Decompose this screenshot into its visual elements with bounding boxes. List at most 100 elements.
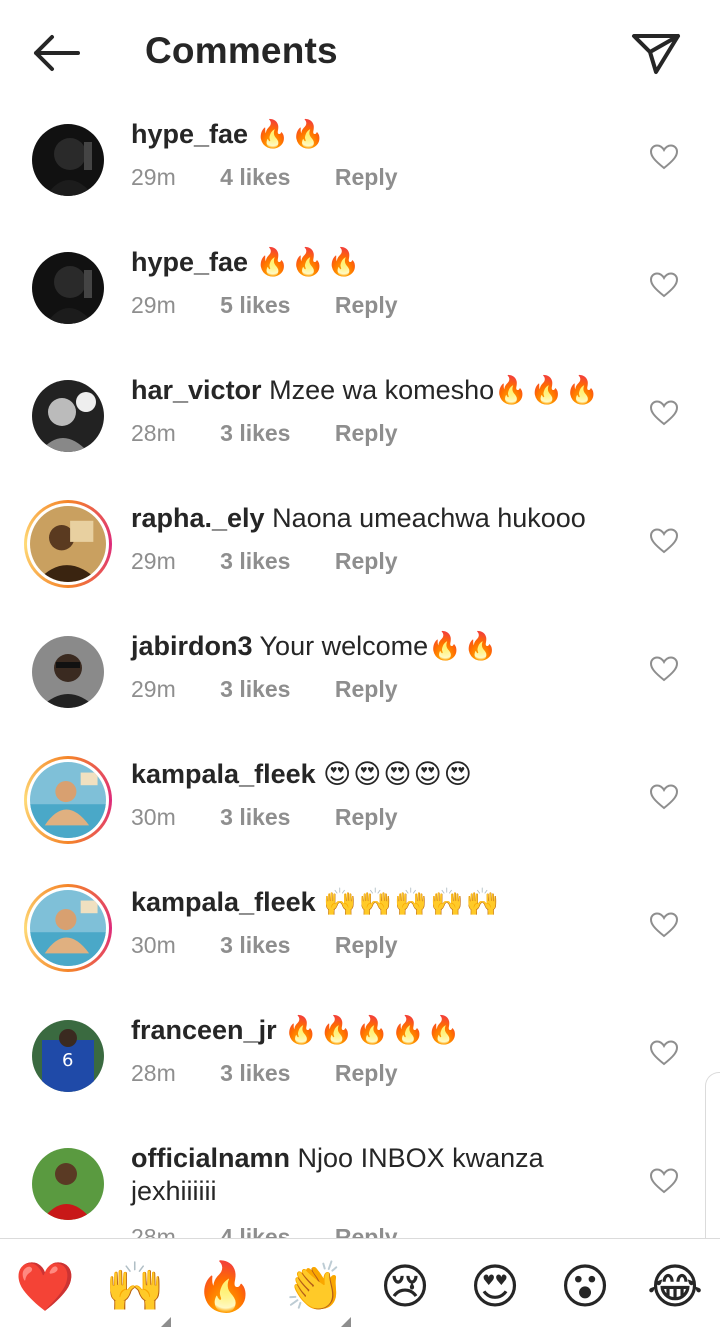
reply-button[interactable]: Reply bbox=[335, 932, 398, 958]
username[interactable]: har_victor bbox=[131, 375, 262, 405]
heart-icon[interactable] bbox=[649, 912, 679, 938]
emoji-red-heart-button[interactable]: ❤️ bbox=[13, 1255, 77, 1319]
comment-meta: 29m 3 likes Reply bbox=[131, 676, 436, 703]
comment-row[interactable]: rapha._ely Naona umeachwa hukooo 29m 3 l… bbox=[0, 498, 720, 626]
reply-button[interactable]: Reply bbox=[335, 164, 398, 190]
comment-text: officialnamn Njoo INBOX kwanza jexhiiiii… bbox=[131, 1142, 611, 1208]
reply-button[interactable]: Reply bbox=[335, 676, 398, 702]
comment-text: kampala_fleek 🙌🙌🙌🙌🙌 bbox=[131, 886, 611, 919]
comment-meta: 28m 4 likes Reply bbox=[131, 1224, 436, 1238]
variant-indicator bbox=[341, 1317, 351, 1327]
like-count[interactable]: 3 likes bbox=[220, 548, 290, 574]
reply-button[interactable]: Reply bbox=[335, 292, 398, 318]
comment-meta: 28m 3 likes Reply bbox=[131, 420, 436, 447]
comment-row[interactable]: kampala_fleek 🙌🙌🙌🙌🙌 30m 3 likes Reply bbox=[0, 882, 720, 1010]
like-count[interactable]: 3 likes bbox=[220, 420, 290, 446]
emoji-clapping-hands-button[interactable]: 👏 bbox=[283, 1255, 351, 1327]
username[interactable]: officialnamn bbox=[131, 1143, 290, 1173]
emoji-reaction-bar: ❤️ 🙌 🔥 👏 😢 😍 😮 😂 bbox=[0, 1238, 720, 1334]
comment-row[interactable]: 6 franceen_jr 🔥🔥🔥🔥🔥 28m 3 likes Reply bbox=[0, 1010, 720, 1138]
story-ring[interactable] bbox=[24, 884, 112, 972]
variant-indicator bbox=[161, 1317, 171, 1327]
emoji-crying-face-button[interactable]: 😢 bbox=[373, 1255, 437, 1319]
avatar[interactable] bbox=[32, 636, 104, 708]
comment-emoji: 🔥🔥🔥 bbox=[494, 375, 602, 406]
comment-emoji: 🔥🔥 bbox=[428, 631, 500, 662]
like-count[interactable]: 3 likes bbox=[220, 1060, 290, 1086]
comment-text: jabirdon3 Your welcome🔥🔥 bbox=[131, 630, 611, 663]
paper-plane-icon[interactable] bbox=[630, 30, 682, 76]
comment-text: rapha._ely Naona umeachwa hukooo bbox=[131, 502, 611, 535]
avatar[interactable]: 6 bbox=[32, 1020, 104, 1092]
username[interactable]: franceen_jr bbox=[131, 1015, 277, 1045]
comment-meta: 29m 5 likes Reply bbox=[131, 292, 436, 319]
heart-icon[interactable] bbox=[649, 272, 679, 298]
comment-time: 30m bbox=[131, 804, 176, 830]
heart-icon[interactable] bbox=[649, 1040, 679, 1066]
avatar[interactable] bbox=[32, 252, 104, 324]
svg-text:6: 6 bbox=[62, 1050, 73, 1071]
comment-emoji: 🔥🔥 bbox=[255, 119, 327, 150]
comment-time: 29m bbox=[131, 292, 176, 318]
avatar[interactable] bbox=[32, 1148, 104, 1220]
heart-icon[interactable] bbox=[649, 784, 679, 810]
avatar[interactable] bbox=[30, 762, 106, 838]
emoji-heart-eyes-button[interactable]: 😍 bbox=[463, 1255, 527, 1319]
emoji-raising-hands-button[interactable]: 🙌 bbox=[103, 1255, 171, 1327]
comment-emoji: 😍😍😍😍😍 bbox=[323, 759, 474, 790]
comment-time: 29m bbox=[131, 676, 176, 702]
comment-time: 28m bbox=[131, 1224, 176, 1238]
comments-header: Comments bbox=[0, 0, 720, 104]
comment-emoji: 🔥🔥🔥🔥🔥 bbox=[284, 1015, 463, 1046]
avatar[interactable] bbox=[30, 506, 106, 582]
reply-button[interactable]: Reply bbox=[335, 804, 398, 830]
avatar[interactable] bbox=[30, 890, 106, 966]
comment-text: kampala_fleek 😍😍😍😍😍 bbox=[131, 758, 611, 791]
comment-time: 29m bbox=[131, 164, 176, 190]
reply-button[interactable]: Reply bbox=[335, 420, 398, 446]
reply-button[interactable]: Reply bbox=[335, 1224, 398, 1238]
comment-body: Naona umeachwa hukooo bbox=[272, 503, 586, 533]
username[interactable]: hype_fae bbox=[131, 119, 248, 149]
username[interactable]: kampala_fleek bbox=[131, 887, 316, 917]
story-ring[interactable] bbox=[24, 756, 112, 844]
emoji-tears-of-joy-button[interactable]: 😂 bbox=[643, 1255, 707, 1319]
comment-row[interactable]: har_victor Mzee wa komesho🔥🔥🔥 28m 3 like… bbox=[0, 370, 720, 498]
heart-icon[interactable] bbox=[649, 528, 679, 554]
like-count[interactable]: 4 likes bbox=[220, 164, 290, 190]
emoji-surprised-face-button[interactable]: 😮 bbox=[553, 1255, 617, 1319]
comment-meta: 29m 3 likes Reply bbox=[131, 548, 436, 575]
reply-button[interactable]: Reply bbox=[335, 1060, 398, 1086]
comment-time: 30m bbox=[131, 932, 176, 958]
username[interactable]: jabirdon3 bbox=[131, 631, 253, 661]
comment-row[interactable]: kampala_fleek 😍😍😍😍😍 30m 3 likes Reply bbox=[0, 754, 720, 882]
comment-body: Mzee wa komesho bbox=[269, 375, 495, 405]
comment-time: 28m bbox=[131, 1060, 176, 1086]
like-count[interactable]: 4 likes bbox=[220, 1224, 290, 1238]
heart-icon[interactable] bbox=[649, 144, 679, 170]
avatar[interactable] bbox=[32, 380, 104, 452]
username[interactable]: kampala_fleek bbox=[131, 759, 316, 789]
like-count[interactable]: 3 likes bbox=[220, 932, 290, 958]
comment-row[interactable]: officialnamn Njoo INBOX kwanza jexhiiiii… bbox=[0, 1138, 720, 1238]
avatar[interactable] bbox=[32, 124, 104, 196]
back-arrow-icon[interactable] bbox=[28, 30, 84, 76]
emoji-fire-button[interactable]: 🔥 bbox=[193, 1255, 257, 1319]
like-count[interactable]: 3 likes bbox=[220, 676, 290, 702]
heart-icon[interactable] bbox=[649, 1168, 679, 1194]
comment-text: franceen_jr 🔥🔥🔥🔥🔥 bbox=[131, 1014, 611, 1047]
heart-icon[interactable] bbox=[649, 656, 679, 682]
like-count[interactable]: 5 likes bbox=[220, 292, 290, 318]
comment-row[interactable]: jabirdon3 Your welcome🔥🔥 29m 3 likes Rep… bbox=[0, 626, 720, 754]
story-ring[interactable] bbox=[24, 500, 112, 588]
username[interactable]: rapha._ely bbox=[131, 503, 265, 533]
comment-row[interactable]: hype_fae 🔥🔥🔥 29m 5 likes Reply bbox=[0, 242, 720, 370]
reply-button[interactable]: Reply bbox=[335, 548, 398, 574]
comment-row[interactable]: hype_fae 🔥🔥 29m 4 likes Reply bbox=[0, 114, 720, 242]
comment-text: hype_fae 🔥🔥🔥 bbox=[131, 246, 611, 279]
comment-meta: 30m 3 likes Reply bbox=[131, 932, 436, 959]
username[interactable]: hype_fae bbox=[131, 247, 248, 277]
comments-list[interactable]: hype_fae 🔥🔥 29m 4 likes Reply hype_fae 🔥… bbox=[0, 104, 720, 1238]
heart-icon[interactable] bbox=[649, 400, 679, 426]
like-count[interactable]: 3 likes bbox=[220, 804, 290, 830]
